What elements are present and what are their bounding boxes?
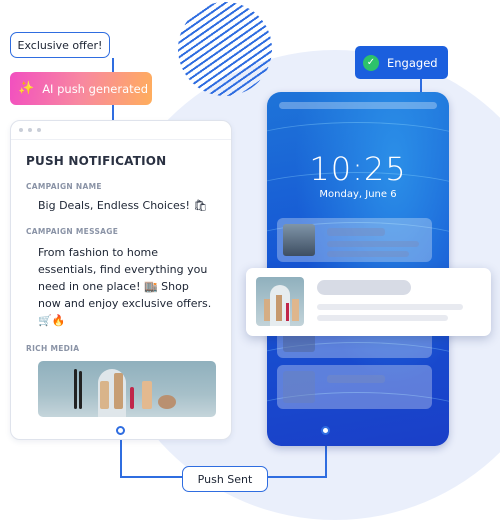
rich-media-image[interactable] [38,361,216,417]
campaign-name-value[interactable]: Big Deals, Endless Choices! 🛍 [38,199,231,212]
connector-line [268,476,327,478]
window-dots [11,121,231,140]
connector-line [420,79,422,93]
lockscreen-date: Monday, June 6 [319,189,397,200]
magic-wand-icon: ✨ [18,81,35,96]
connector-line [112,58,114,72]
notification-placeholder[interactable] [277,218,432,262]
connector-line [120,434,122,476]
status-bar [279,102,437,109]
campaign-message-value[interactable]: From fashion to home essentials, find ev… [38,244,213,329]
card-title: PUSH NOTIFICATION [26,154,167,168]
ai-push-label: AI push generated [42,81,149,96]
lockscreen-time: 10:25 [309,150,407,188]
campaign-message-label: CAMPAIGN MESSAGE [26,227,119,236]
notification-placeholder[interactable] [277,365,432,409]
exclusive-offer-tag: Exclusive offer! [10,32,110,58]
hatched-circle-decoration [178,2,272,96]
connector-line [112,105,114,120]
engaged-label: Engaged [387,55,438,70]
push-sent-tag: Push Sent [182,466,268,492]
rich-media-label: RICH MEDIA [26,344,80,353]
connector-line [120,476,182,478]
push-notification-card: PUSH NOTIFICATION CAMPAIGN NAME Big Deal… [10,120,232,440]
engaged-badge: ✓ Engaged [355,46,448,79]
ai-push-generated-badge: ✨ AI push generated [10,72,152,105]
notification-thumbnail [256,277,304,326]
card-connector-node [116,426,125,435]
campaign-name-label: CAMPAIGN NAME [26,182,102,191]
phone-connector-node [321,426,330,435]
highlighted-notification[interactable] [246,268,491,336]
check-circle-icon: ✓ [363,54,379,71]
